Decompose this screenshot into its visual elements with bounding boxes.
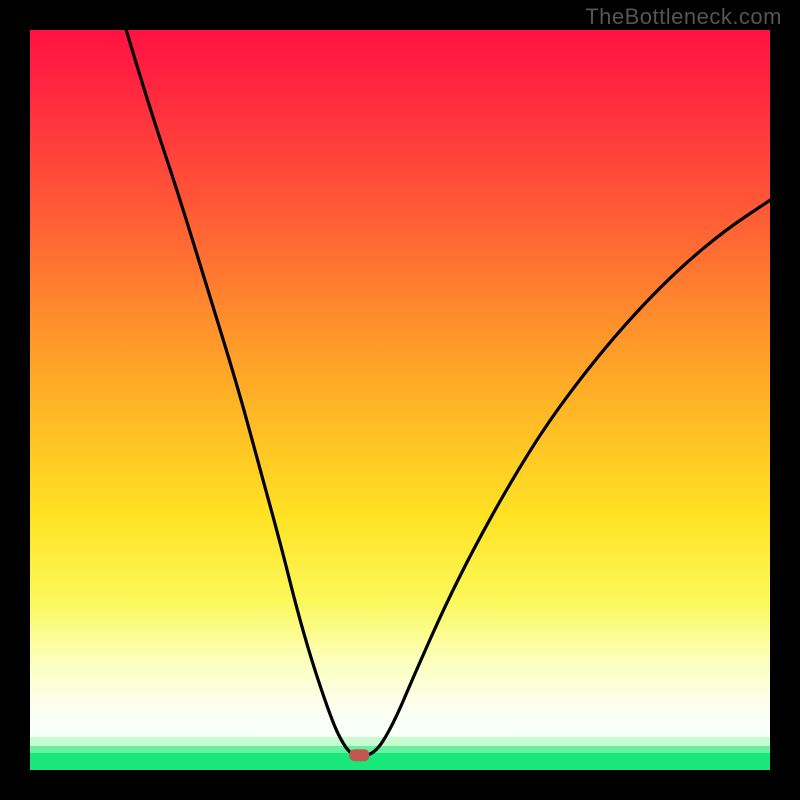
plot-area bbox=[30, 30, 770, 770]
watermark-text: TheBottleneck.com bbox=[585, 4, 782, 30]
minimum-marker bbox=[349, 749, 369, 761]
chart-frame: TheBottleneck.com bbox=[0, 0, 800, 800]
bottleneck-curve bbox=[126, 30, 770, 755]
curve-svg bbox=[30, 30, 770, 770]
